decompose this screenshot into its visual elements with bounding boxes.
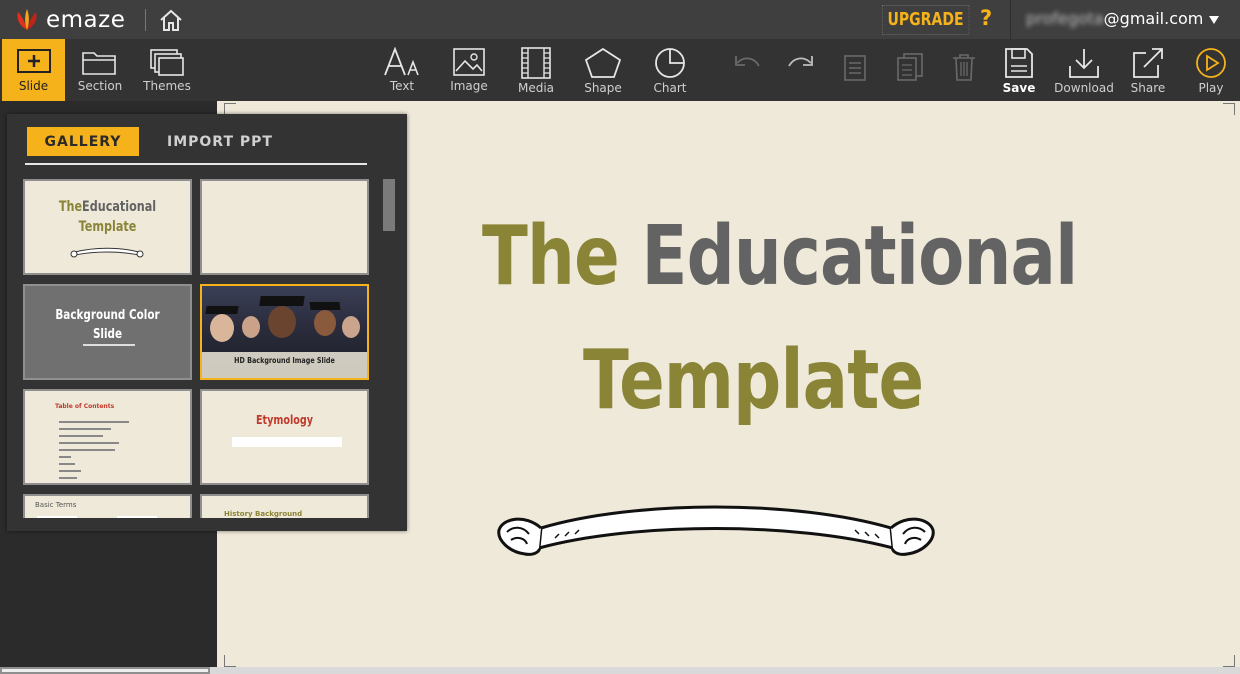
- template-thumb-blank[interactable]: [200, 179, 369, 275]
- account-menu[interactable]: profegota@gmail.com: [1026, 9, 1220, 28]
- themes-button[interactable]: Themes: [134, 39, 200, 101]
- shape-label: Shape: [584, 81, 622, 95]
- text-button[interactable]: Text: [369, 39, 435, 101]
- top-bar: emaze UPGRADE ? profegota@gmail.com: [0, 0, 1240, 39]
- chart-label: Chart: [653, 81, 687, 95]
- download-icon: [1069, 49, 1099, 78]
- scroll-banner-ornament[interactable]: [495, 504, 937, 566]
- emaze-leaf-icon: [17, 9, 37, 30]
- slide-title-word-the: The: [482, 209, 620, 304]
- themes-label: Themes: [143, 79, 191, 93]
- download-button[interactable]: Download: [1051, 39, 1117, 101]
- folder-icon: [82, 52, 116, 75]
- canvas-corner-bottom-left: [224, 655, 236, 667]
- media-label: Media: [517, 81, 555, 95]
- horizontal-scrollbar[interactable]: [0, 667, 1240, 674]
- text-icon: [384, 47, 419, 76]
- image-button[interactable]: Image: [436, 39, 502, 101]
- account-username: profegota: [1026, 9, 1104, 28]
- gallery-thumbnails: TheEducational Template Background Color…: [23, 179, 369, 518]
- pie-chart-icon: [655, 48, 685, 78]
- section-button[interactable]: Section: [67, 39, 133, 101]
- home-icon[interactable]: [158, 7, 184, 33]
- redo-icon[interactable]: [786, 53, 816, 81]
- tab-underline: [25, 163, 367, 165]
- thumb-title-the: The: [58, 199, 83, 215]
- logo-divider: [145, 9, 146, 31]
- thumb-hd-title: HD Background Image Slide: [234, 356, 335, 365]
- template-thumb-title[interactable]: TheEducational Template: [23, 179, 192, 275]
- canvas-corner-bottom-right: [1223, 655, 1235, 667]
- tab-gallery[interactable]: GALLERY: [27, 127, 139, 156]
- thumb-basic-terms-title: Basic Terms: [35, 501, 77, 509]
- duplicate-icon[interactable]: [896, 52, 924, 82]
- template-thumb-history[interactable]: History Background: [200, 494, 369, 518]
- template-thumb-hd-image[interactable]: HD Background Image Slide: [200, 284, 369, 380]
- template-thumb-etymology[interactable]: Etymology: [200, 389, 369, 485]
- chevron-down-icon: [1209, 15, 1220, 24]
- play-icon: [1196, 48, 1226, 78]
- share-label: Share: [1130, 81, 1166, 95]
- thumb-history-title: History Background: [224, 510, 303, 518]
- play-label: Play: [1198, 81, 1224, 95]
- thumb-title-template: Template: [78, 219, 137, 235]
- slide-label: Slide: [18, 79, 49, 93]
- gallery-scrollbar-thumb[interactable]: [383, 179, 395, 231]
- section-label: Section: [77, 79, 123, 93]
- add-slide-icon: [16, 49, 51, 73]
- image-icon: [453, 48, 485, 76]
- pentagon-icon: [584, 47, 622, 78]
- download-label: Download: [1054, 81, 1114, 95]
- thumb-title-text: TheEducational: [42, 199, 174, 215]
- logo-text: emaze: [46, 7, 126, 33]
- upgrade-button[interactable]: UPGRADE: [882, 5, 970, 35]
- text-label: Text: [389, 79, 415, 93]
- canvas-corner-top-right: [1223, 103, 1235, 115]
- help-icon[interactable]: ?: [980, 6, 992, 30]
- add-slide-button[interactable]: Slide: [2, 39, 65, 105]
- trash-icon[interactable]: [951, 52, 977, 82]
- thumb-toc-title: Table of Contents: [55, 403, 115, 410]
- slide-title-line1[interactable]: The Educational: [482, 209, 1078, 304]
- share-icon: [1133, 48, 1163, 78]
- slide-title-word-educational: Educational: [641, 209, 1078, 304]
- tab-import-ppt[interactable]: IMPORT PPT: [167, 127, 273, 156]
- account-domain: @gmail.com: [1103, 9, 1204, 28]
- template-thumb-contents[interactable]: Table of Contents: [23, 389, 192, 485]
- thumb-etymology-textbox: [232, 437, 342, 447]
- media-button[interactable]: Media: [503, 39, 569, 101]
- emaze-logo[interactable]: emaze: [14, 7, 125, 33]
- save-label: Save: [1002, 81, 1036, 95]
- thumb-bgcolor-title: Background Color Slide: [55, 308, 160, 342]
- editor-toolbar: Slide Section Themes Text Image Media Sh…: [0, 39, 1240, 105]
- slide-title-line2[interactable]: Template: [583, 333, 924, 428]
- save-icon: [1005, 48, 1033, 78]
- slide-gallery-panel: GALLERY IMPORT PPT TheEducational Templa…: [7, 114, 407, 531]
- themes-icon: [150, 49, 184, 76]
- notes-icon[interactable]: [843, 54, 867, 82]
- image-label: Image: [450, 79, 488, 93]
- account-divider: [1010, 0, 1011, 39]
- thumb-bgcolor-subtitle: [83, 344, 135, 346]
- template-thumb-background-color[interactable]: Background Color Slide: [23, 284, 192, 380]
- thumb-title-educational: Educational: [82, 199, 157, 215]
- save-button[interactable]: Save: [986, 39, 1052, 101]
- thumb-banner-ornament: [70, 247, 144, 258]
- template-thumb-basic-terms[interactable]: Basic Terms: [23, 494, 192, 518]
- chart-button[interactable]: Chart: [637, 39, 703, 101]
- play-button[interactable]: Play: [1178, 39, 1240, 101]
- thumb-etymology-title: Etymology: [255, 413, 314, 427]
- undo-icon[interactable]: [732, 53, 762, 81]
- film-icon: [521, 47, 551, 79]
- share-button[interactable]: Share: [1115, 39, 1181, 101]
- shape-button[interactable]: Shape: [570, 39, 636, 101]
- scrollbar-thumb[interactable]: [0, 667, 210, 674]
